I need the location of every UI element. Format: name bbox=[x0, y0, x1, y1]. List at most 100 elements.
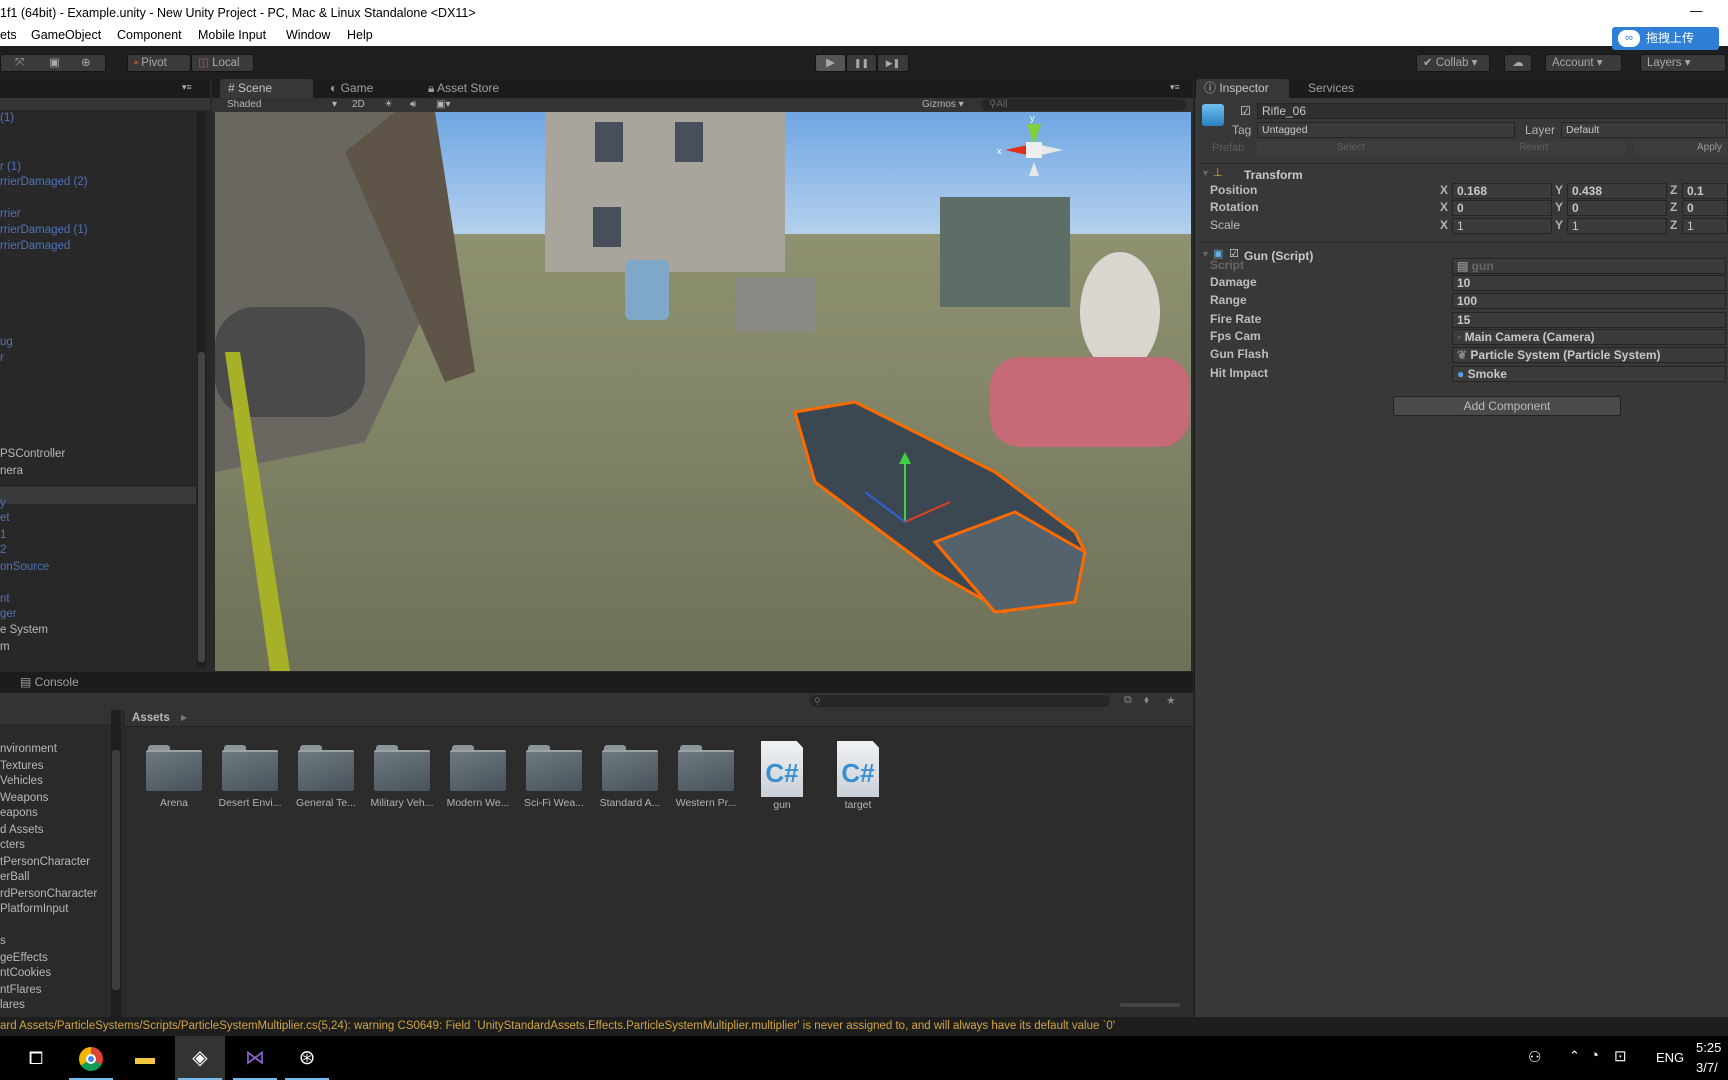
foldout-arrow-icon[interactable]: ▼ bbox=[1201, 249, 1210, 259]
menu-help[interactable]: Help bbox=[347, 28, 373, 42]
hierarchy-scroll-thumb[interactable] bbox=[198, 352, 205, 662]
tab-inspector[interactable]: ⓘ Inspector bbox=[1196, 79, 1289, 98]
menu-window[interactable]: Window bbox=[286, 28, 330, 42]
asset-item[interactable]: Modern We... bbox=[443, 745, 513, 809]
project-tree-item[interactable]: nvironment bbox=[0, 743, 57, 755]
transform-position-z-field[interactable]: 0.1 bbox=[1682, 183, 1728, 199]
active-checkbox[interactable]: ☑ bbox=[1240, 104, 1251, 118]
transform-scale-z-field[interactable]: 1 bbox=[1682, 218, 1728, 234]
project-tree-item[interactable]: erBall bbox=[0, 871, 29, 883]
audio-toggle-icon[interactable]: 🔊︎ bbox=[410, 98, 416, 112]
hierarchy-item[interactable]: onSource bbox=[0, 561, 49, 573]
network-status-icon[interactable]: ◔ bbox=[1590, 1047, 1599, 1064]
asset-item[interactable]: Military Veh... bbox=[367, 745, 437, 809]
scene-search-input[interactable]: ⚲All bbox=[981, 99, 1186, 111]
menu-mobile-input[interactable]: Mobile Input bbox=[198, 28, 266, 42]
asset-item[interactable]: Sci-Fi Wea... bbox=[519, 745, 589, 809]
status-bar[interactable]: ard Assets/ParticleSystems/Scripts/Parti… bbox=[0, 1017, 1728, 1036]
transform-rotation-y-field[interactable]: 0 bbox=[1567, 200, 1667, 216]
project-tree-item[interactable]: ntCookies bbox=[0, 967, 51, 979]
hierarchy-item[interactable]: ger bbox=[0, 608, 17, 620]
transform-scale-x-field[interactable]: 1 bbox=[1452, 218, 1552, 234]
tree-scroll-thumb[interactable] bbox=[112, 750, 120, 990]
menu-gameobject[interactable]: GameObject bbox=[31, 28, 101, 42]
account-dropdown[interactable]: Account ▾ bbox=[1545, 54, 1622, 72]
filter-label-icon[interactable]: ⬧ bbox=[1144, 694, 1149, 707]
tab-services[interactable]: Services bbox=[1300, 79, 1362, 98]
effects-toggle-icon[interactable]: ▣▾ bbox=[436, 98, 450, 112]
cloud-icon[interactable]: ☁ bbox=[1504, 54, 1532, 72]
asset-item[interactable]: Standard A... bbox=[595, 745, 665, 809]
play-button[interactable]: ▶ bbox=[815, 54, 846, 72]
prefab-revert-button[interactable]: Revert bbox=[1519, 141, 1548, 155]
hierarchy-item[interactable]: ug bbox=[0, 336, 13, 348]
hierarchy-item[interactable]: e System bbox=[0, 624, 48, 636]
project-tree-item[interactable]: geEffects bbox=[0, 952, 48, 964]
tab-game[interactable]: ◐ Game bbox=[322, 79, 381, 98]
panel-menu-icon[interactable]: ▾≡ bbox=[182, 82, 192, 93]
people-icon[interactable]: ⚇ bbox=[1528, 1048, 1541, 1066]
rotate-tool-icon[interactable]: ⊕ bbox=[81, 55, 91, 71]
transform-rotation-x-field[interactable]: 0 bbox=[1452, 200, 1552, 216]
transform-rotation-z-field[interactable]: 0 bbox=[1682, 200, 1728, 216]
hierarchy-item[interactable]: m bbox=[0, 641, 10, 653]
task-view-icon[interactable]: ⧠ bbox=[11, 1036, 61, 1080]
scene-viewport[interactable]: y x bbox=[215, 112, 1191, 671]
hierarchy-item[interactable]: r bbox=[0, 352, 4, 364]
clock-time[interactable]: 5:25 bbox=[1696, 1040, 1721, 1055]
file-explorer-icon[interactable]: ▬ bbox=[120, 1036, 170, 1080]
shading-mode-dropdown[interactable]: Shaded bbox=[227, 98, 261, 112]
upload-badge[interactable]: ∞ 拖拽上传 bbox=[1612, 27, 1719, 50]
prefab-select-button[interactable]: Select bbox=[1337, 141, 1365, 155]
gun-hit-impact-field[interactable]: ● Smoke bbox=[1452, 366, 1726, 382]
gun-fire-rate-field[interactable]: 15 bbox=[1452, 312, 1726, 328]
tab-scene[interactable]: # Scene bbox=[220, 79, 313, 98]
asset-item[interactable]: C# gun bbox=[747, 741, 817, 811]
menu-assets[interactable]: ets bbox=[0, 28, 17, 42]
asset-item[interactable]: Desert Envi... bbox=[215, 745, 285, 809]
hierarchy-item[interactable]: et bbox=[0, 512, 10, 524]
hierarchy-item[interactable]: nera bbox=[0, 465, 23, 477]
collab-button[interactable]: ✔ Collab ▾ bbox=[1416, 54, 1490, 72]
scale-tool-icon[interactable]: ▣ bbox=[49, 55, 60, 71]
hierarchy-item[interactable]: rrier bbox=[0, 208, 20, 220]
gun-gun-flash-field[interactable]: ❦ Particle System (Particle System) bbox=[1452, 347, 1726, 363]
project-tree-item[interactable]: PlatformInput bbox=[0, 903, 68, 915]
project-tree-item[interactable]: Textures bbox=[0, 760, 43, 772]
gun-script-field[interactable]: ▤ gun bbox=[1452, 258, 1726, 274]
project-tree-item[interactable]: Vehicles bbox=[0, 775, 43, 787]
clock-date[interactable]: 3/7/ bbox=[1696, 1060, 1718, 1075]
gun-damage-field[interactable]: 10 bbox=[1452, 275, 1726, 291]
2d-toggle[interactable]: 2D bbox=[352, 98, 365, 112]
tag-dropdown[interactable]: Untagged bbox=[1257, 122, 1515, 138]
layers-dropdown[interactable]: Layers ▾ bbox=[1640, 54, 1726, 72]
hierarchy-item[interactable]: r (1) bbox=[0, 161, 21, 173]
panel-menu-icon[interactable]: ▾≡ bbox=[1170, 82, 1180, 93]
project-tree-item[interactable]: s bbox=[0, 935, 6, 947]
favorite-icon[interactable]: ★ bbox=[1166, 694, 1176, 707]
hierarchy-item[interactable]: y bbox=[0, 497, 6, 509]
lighting-toggle-icon[interactable]: ☀ bbox=[384, 98, 393, 112]
hierarchy-item[interactable]: rrierDamaged bbox=[0, 240, 70, 252]
asset-item[interactable]: General Te... bbox=[291, 745, 361, 809]
add-component-button[interactable]: Add Component bbox=[1393, 396, 1621, 416]
hierarchy-item[interactable]: (1) bbox=[0, 112, 14, 124]
foldout-arrow-icon[interactable]: ▼ bbox=[1201, 168, 1210, 178]
project-tree-item[interactable]: lares bbox=[0, 999, 25, 1011]
asset-item[interactable]: C# target bbox=[823, 741, 893, 811]
project-tree-item[interactable]: ntFlares bbox=[0, 984, 42, 996]
prefab-apply-button[interactable]: Apply bbox=[1635, 141, 1727, 155]
step-button[interactable]: ▶❚ bbox=[877, 54, 909, 72]
project-tree-item[interactable]: Weapons bbox=[0, 792, 48, 804]
project-tree-item[interactable]: eapons bbox=[0, 807, 38, 819]
gun-range-field[interactable]: 100 bbox=[1452, 293, 1726, 309]
project-tree-item[interactable]: rdPersonCharacter bbox=[0, 888, 97, 900]
hierarchy-scrollbar[interactable] bbox=[197, 112, 206, 667]
menu-component[interactable]: Component bbox=[117, 28, 182, 42]
pivot-toggle[interactable]: ▪ Pivot bbox=[127, 54, 191, 72]
local-toggle[interactable]: ◫ Local bbox=[191, 54, 254, 72]
minimize-button[interactable]: — bbox=[1690, 4, 1703, 18]
filter-type-icon[interactable]: ⧉ bbox=[1124, 694, 1132, 707]
visual-studio-icon[interactable]: ⋈ bbox=[230, 1036, 280, 1080]
transform-position-y-field[interactable]: 0.438 bbox=[1567, 183, 1667, 199]
